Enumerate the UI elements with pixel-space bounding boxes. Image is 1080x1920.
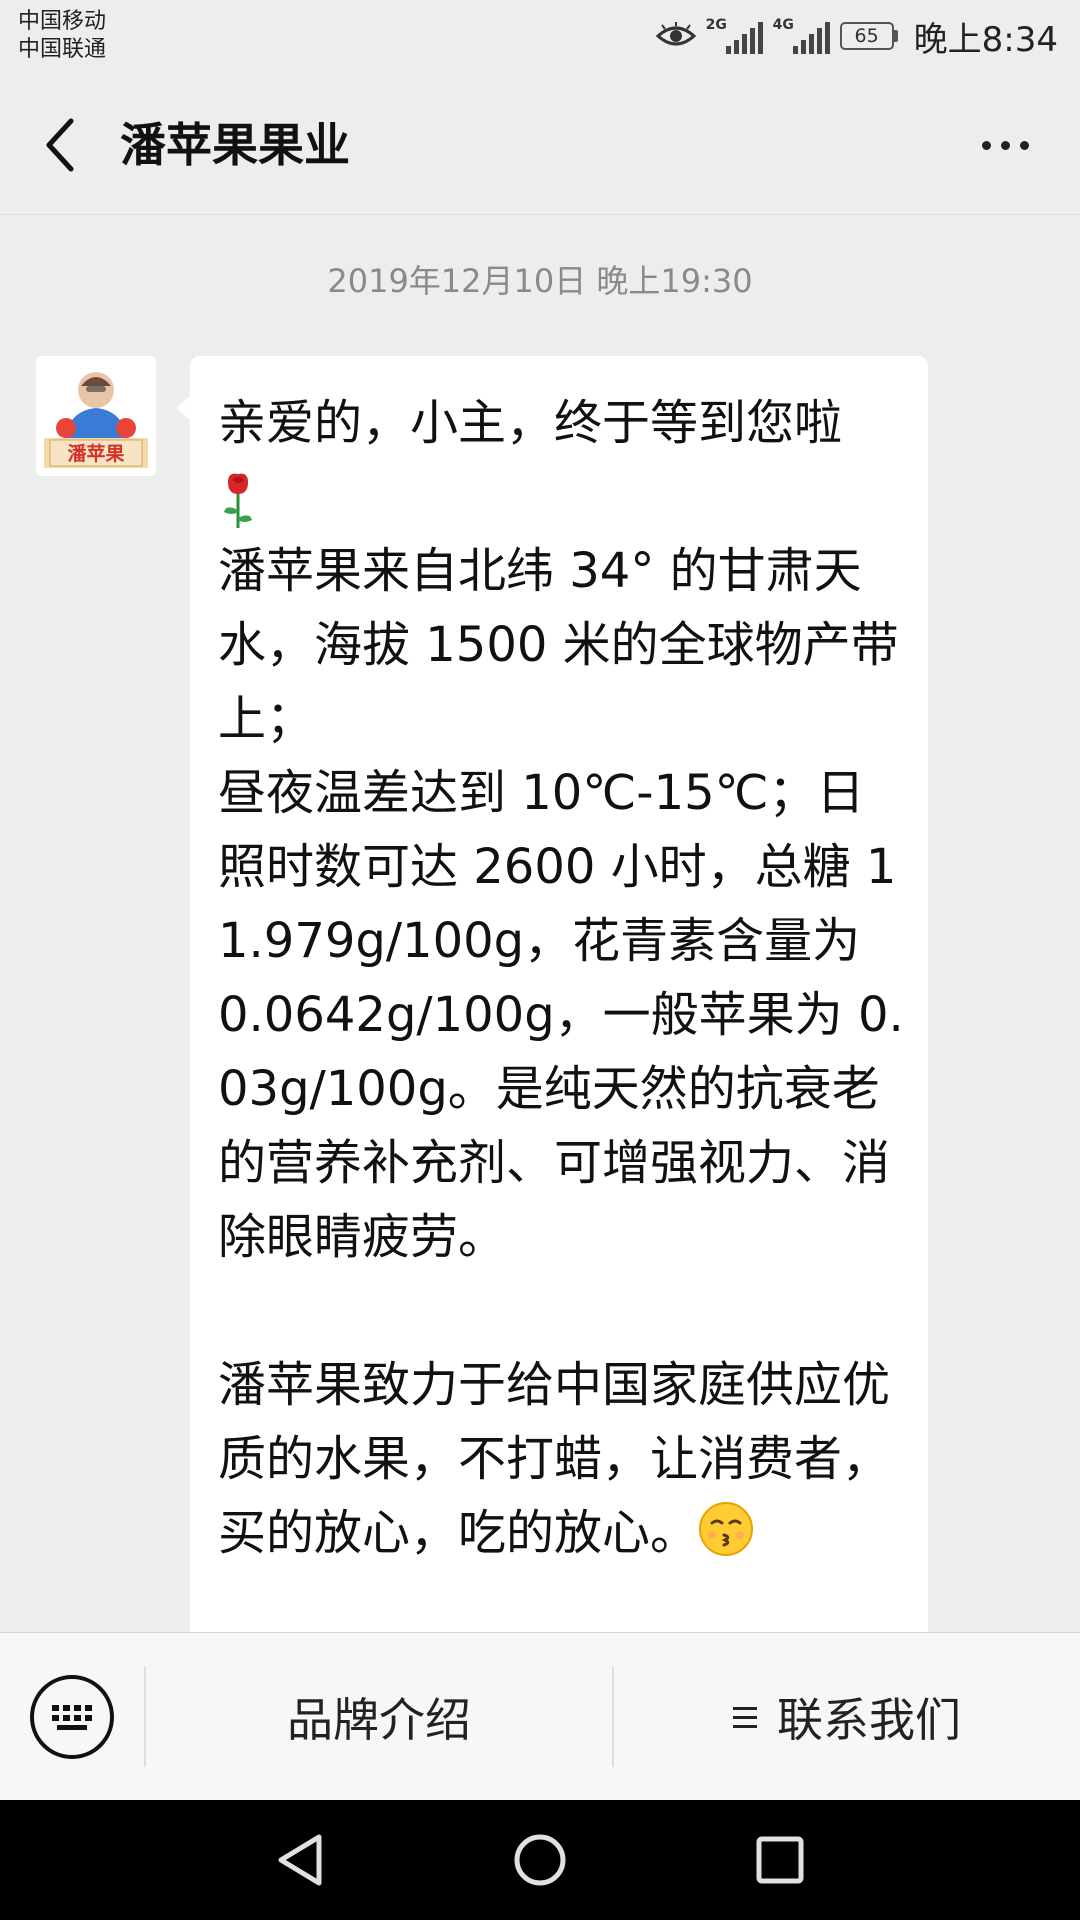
nav-back-icon [278,1834,322,1886]
chat-area[interactable]: 2019年12月10日 晚上19:30 潘苹果 亲爱的，小主，终于等到您啦 潘苹… [0,216,1080,1632]
back-button[interactable] [30,110,90,180]
nav-recents-icon [756,1836,804,1884]
message-bubble[interactable]: 亲爱的，小主，终于等到您啦 潘苹果来自北纬 34° 的甘肃天水，海拔 1500 … [176,356,928,1632]
battery-icon: 65 [839,22,898,50]
carrier-info: 中国移动 中国联通 [18,8,106,64]
chevron-left-icon [46,118,74,172]
nav-home-button[interactable] [508,1828,572,1892]
more-icon [981,140,991,150]
message-line-1: 亲爱的，小主，终于等到您啦 [218,395,843,451]
status-icons: 2G 4G 65 晚上8:34 [655,14,1058,60]
menu-contact-label: 联系我们 [777,1693,961,1747]
status-time: 晚上8:34 [913,19,1058,60]
eye-icon [655,22,696,46]
nav-home-icon [514,1834,566,1886]
system-nav-bar [0,1800,1080,1920]
avatar-label: 潘苹果 [67,442,124,465]
avatar[interactable]: 潘苹果 [36,356,156,476]
avatar-image: 潘苹果 [36,356,156,476]
bottom-menu: 品牌介绍 联系我们 [0,1632,1080,1800]
rose-icon [224,473,252,528]
keyboard-icon [52,1704,92,1730]
message-text: 亲爱的，小主，终于等到您啦 [218,386,904,534]
battery-level: 65 [839,22,894,50]
signal-2g-label: 2G [705,17,727,33]
message-paragraph-2: 昼夜温差达到 10℃-15℃；日照时数可达 2600 小时，总糖 11.979g… [218,765,904,1265]
menu-contact-us[interactable]: 联系我们 [614,1633,1080,1801]
carrier-2: 中国联通 [18,37,107,62]
menu-icon [733,1706,757,1728]
menu-brand-intro[interactable]: 品牌介绍 [146,1633,612,1801]
signal-4g-label: 4G [772,17,794,33]
nav-back-button[interactable] [268,1828,332,1892]
keyboard-button[interactable] [30,1675,114,1759]
carrier-1: 中国移动 [18,9,107,34]
message-timestamp: 2019年12月10日 晚上19:30 [327,262,753,300]
signal-4g-icon: 4G [773,18,830,54]
message-paragraph-3: 潘苹果致力于给中国家庭供应优质的水果，不打蜡，让消费者，买的放心，吃的放心。 [218,1357,891,1561]
nav-recents-button[interactable] [748,1828,812,1892]
page-title: 潘苹果果业 [120,118,350,172]
chat-header: 潘苹果果业 [0,75,1080,215]
signal-2g-icon: 2G [706,18,763,54]
message-paragraph-3-wrap: 潘苹果致力于给中国家庭供应优质的水果，不打蜡，让消费者，买的放心，吃的放心。 [218,1348,904,1570]
message-paragraph-1: 潘苹果来自北纬 34° 的甘肃天水，海拔 1500 米的全球物产带上； [218,543,899,747]
kissing-face-icon [699,1502,754,1556]
status-bar: 中国移动 中国联通 2G 4G 65 晚上8:34 [0,0,1080,75]
more-button[interactable] [970,125,1040,165]
